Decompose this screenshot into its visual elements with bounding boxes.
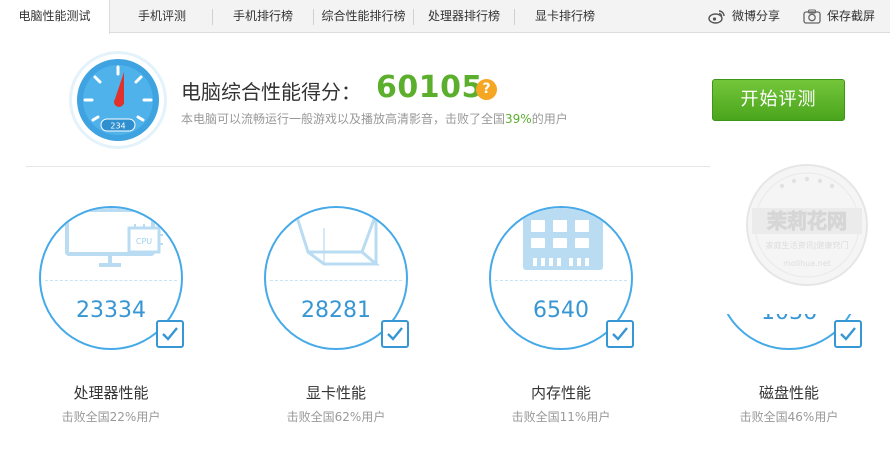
svg-text:234: 234 (110, 122, 125, 131)
gpu-performance-card: 28281 显卡性能 击败全国62%用户 (253, 200, 423, 430)
tab-phone-review[interactable]: 手机评测 (112, 0, 212, 33)
gpu-beat-percent: 击败全国62%用户 (286, 410, 386, 424)
tab-gpu-ranking[interactable]: 显卡排行榜 (515, 0, 615, 33)
checkmark-icon (840, 327, 856, 341)
weibo-share-button[interactable]: 微博分享 (708, 0, 788, 33)
gpu-checkbox[interactable] (381, 320, 409, 348)
save-screenshot-button[interactable]: 保存截屏 (803, 0, 887, 33)
circle-dash-line (45, 280, 177, 281)
circle-dash-line (270, 280, 402, 281)
camera-icon (803, 9, 821, 24)
memory-performance-label: 内存性能 (530, 384, 591, 402)
disk-performance-card: 1036 磁盘性能 击败全国46%用户 (706, 200, 876, 430)
gpu-performance-label: 显卡性能 (305, 384, 366, 402)
cpu-performance-label: 处理器性能 (73, 384, 149, 402)
save-screenshot-label: 保存截屏 (827, 9, 876, 23)
score-desc-suffix: 的用户 (531, 112, 568, 126)
checkmark-icon (612, 327, 628, 341)
header-divider (26, 166, 710, 167)
tab-cpu-ranking[interactable]: 处理器排行榜 (414, 0, 514, 33)
weibo-icon (708, 10, 725, 24)
top-tab-bar: 电脑性能测试 手机评测 手机排行榜 综合性能排行榜 处理器排行榜 显卡排行榜 微… (0, 0, 890, 34)
disk-checkbox[interactable] (834, 320, 862, 348)
disk-beat-percent: 击败全国46%用户 (739, 410, 839, 424)
tab-overall-ranking[interactable]: 综合性能排行榜 (314, 0, 413, 33)
help-icon[interactable]: ? (476, 79, 497, 100)
cpu-checkbox[interactable] (156, 320, 184, 348)
score-description: 本电脑可以流畅运行一般游戏以及播放高清影音，击败了全国39%的用户 (181, 110, 568, 127)
score-title: 电脑综合性能得分： (181, 80, 361, 104)
speedometer-icon: 234 (69, 51, 167, 149)
checkmark-icon (162, 327, 178, 341)
score-desc-percent: 39% (505, 112, 532, 126)
cpu-beat-percent: 击败全国22%用户 (61, 410, 161, 424)
start-evaluation-button[interactable]: 开始评测 (712, 79, 845, 121)
memory-checkbox[interactable] (606, 320, 634, 348)
svg-text:CPU: CPU (136, 237, 152, 246)
memory-performance-card: 6540 内存性能 击败全国11%用户 (478, 200, 648, 430)
weibo-share-label: 微博分享 (732, 9, 781, 23)
tab-pc-performance-test[interactable]: 电脑性能测试 (0, 0, 110, 34)
checkmark-icon (387, 327, 403, 341)
tab-phone-ranking[interactable]: 手机排行榜 (213, 0, 313, 33)
memory-beat-percent: 击败全国11%用户 (511, 410, 611, 424)
cpu-performance-card: CPU 23334 处理器性能 击败全国22%用户 (28, 200, 198, 430)
score-value: 60105 (376, 70, 483, 105)
circle-dash-line (495, 280, 627, 281)
score-desc-prefix: 本电脑可以流畅运行一般游戏以及播放高清影音，击败了全国 (181, 112, 506, 126)
disk-performance-label: 磁盘性能 (758, 384, 819, 402)
